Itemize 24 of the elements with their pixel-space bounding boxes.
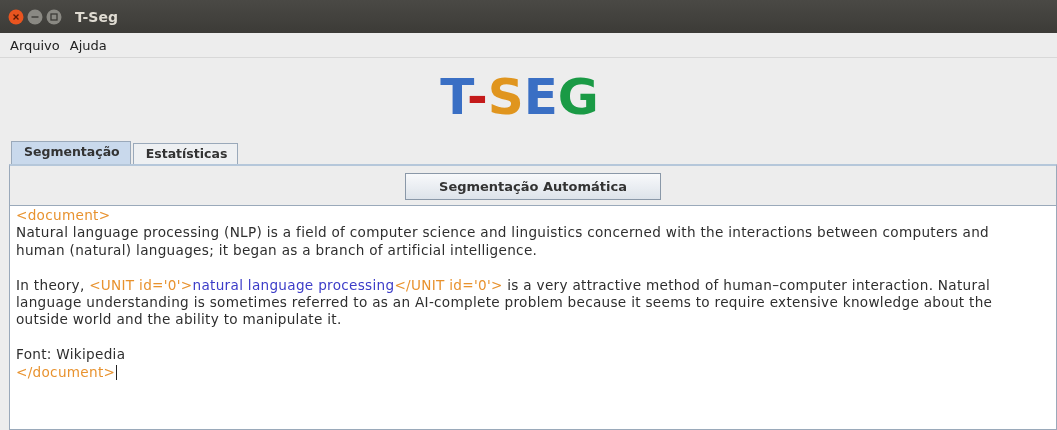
- menu-item[interactable]: Ajuda: [69, 37, 107, 53]
- body-text: is a very attractive method of human–computer interaction. Natural: [506, 276, 991, 294]
- text-editor[interactable]: [10, 205, 1056, 429]
- body-text: Natural language processing (NLP) is a field of computer science and linguistics concerned with the interactions between computers and: [16, 224, 989, 242]
- body-text: language understanding is sometimes referred to as an AI-complete problem because it seems to require extensive knowledge about the: [16, 294, 993, 312]
- markup-tag: </document>: [16, 363, 116, 382]
- body-text: human (natural) languages; it began as a branch of artificial intelligence.: [16, 241, 538, 260]
- body-text: In theory,: [16, 276, 86, 294]
- logo: T-SEG: [440, 69, 599, 125]
- markup-tag: </UNIT id='0'>: [394, 276, 503, 294]
- text-cursor: [116, 364, 118, 380]
- tab[interactable]: Segmentação: [11, 141, 131, 164]
- close-icon[interactable]: [8, 8, 24, 25]
- maximize-icon[interactable]: [46, 8, 62, 25]
- markup-tag: <document>: [16, 207, 111, 225]
- auto-segmentation-button[interactable]: Segmentação Automática: [405, 173, 661, 200]
- body-text: Font: Wikipedia: [16, 346, 126, 364]
- tab[interactable]: Estatísticas: [132, 143, 239, 164]
- menu-item[interactable]: Arquivo: [10, 37, 60, 53]
- body-text: outside world and the ability to manipulate it.: [16, 311, 342, 329]
- minimize-icon[interactable]: [27, 8, 43, 25]
- unit-text: natural language processing: [192, 276, 395, 294]
- window-title: T-Seg: [75, 8, 118, 25]
- markup-tag: <UNIT id='0'>: [89, 276, 193, 294]
